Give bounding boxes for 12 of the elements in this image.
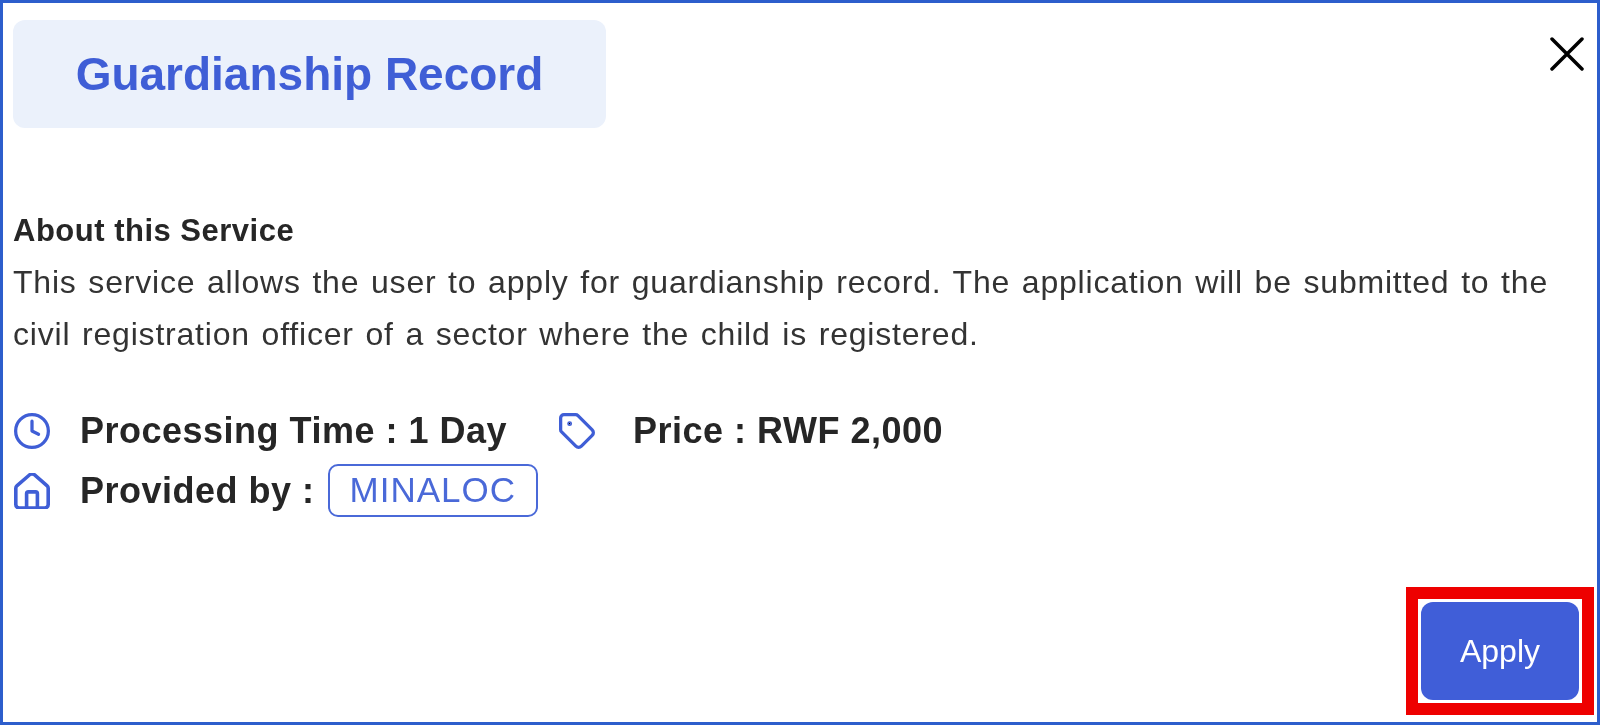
apply-button[interactable]: Apply xyxy=(1421,602,1579,700)
tag-icon xyxy=(559,413,595,449)
provider-tag: MINALOC xyxy=(327,464,538,517)
processing-time: Processing Time : 1 Day xyxy=(80,409,507,453)
provided-by-label: Provided by : xyxy=(80,468,315,513)
close-icon xyxy=(1550,37,1584,71)
about-heading: About this Service xyxy=(13,212,295,250)
clock-icon xyxy=(14,413,50,449)
service-description: This service allows the user to apply for guardianship record. The application will be submitted to the civil registration officer of a sector where the child is registered. xyxy=(13,263,1549,354)
home-icon xyxy=(14,472,50,509)
close-button[interactable] xyxy=(1549,36,1585,72)
price: Price : RWF 2,000 xyxy=(633,409,943,453)
